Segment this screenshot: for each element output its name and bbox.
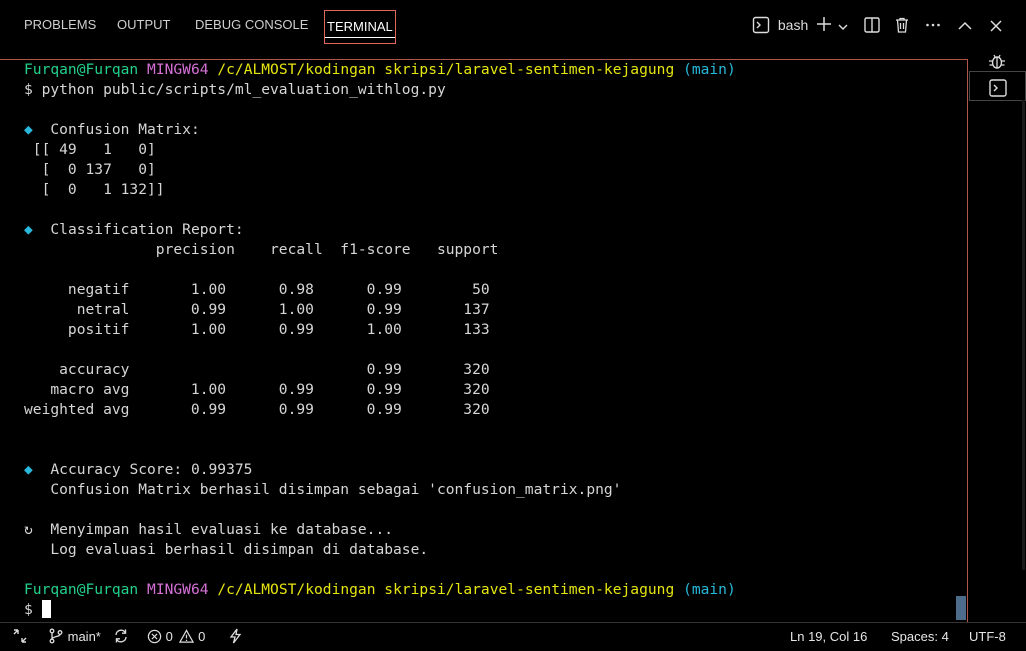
bullet-diamond-icon: ◆ xyxy=(24,221,33,238)
terminal-line: Confusion Matrix berhasil disimpan sebag… xyxy=(24,481,622,498)
source-control-branch[interactable]: main* xyxy=(48,628,101,646)
terminal-tabs-list xyxy=(969,45,1026,622)
terminal-output: Furqan@Furqan MINGW64 /c/ALMOST/kodingan… xyxy=(24,60,736,620)
active-tab-indicator xyxy=(325,37,395,38)
split-terminal-button[interactable] xyxy=(863,14,881,36)
split-icon xyxy=(863,16,881,34)
warning-icon xyxy=(179,629,198,644)
terminal-dropdown-button[interactable] xyxy=(838,14,848,36)
prompt-user: Furqan@Furqan xyxy=(24,581,139,598)
maximize-panel-button[interactable] xyxy=(957,14,973,36)
side-scrollbar[interactable] xyxy=(1022,100,1025,570)
shell-label: bash xyxy=(777,17,809,33)
bullet-diamond-icon: ◆ xyxy=(24,121,33,138)
terminal-prompt-2: Furqan@Furqan MINGW64 /c/ALMOST/kodingan… xyxy=(24,581,736,598)
terminal-scrollbar-thumb[interactable] xyxy=(956,596,966,620)
terminal-line: ◆ Confusion Matrix: xyxy=(24,121,200,138)
terminal-line: precision recall f1-score support xyxy=(24,241,499,258)
kill-terminal-button[interactable] xyxy=(893,14,911,36)
prompt-branch: (main) xyxy=(683,581,736,598)
new-terminal-button[interactable] xyxy=(815,14,833,36)
encoding-setting[interactable]: UTF-8 xyxy=(969,628,1006,646)
status-bar: main* 0 0 Ln 19, Col 16 Spaces: 4 UTF-8 xyxy=(0,622,1026,651)
tab-debug-console[interactable]: DEBUG CONSOLE xyxy=(195,16,308,34)
terminal-line: [ 0 1 132]] xyxy=(24,181,165,198)
tab-terminal[interactable]: TERMINAL xyxy=(324,10,396,44)
remote-icon xyxy=(12,629,28,644)
sync-icon xyxy=(113,629,129,644)
prompt-system: MINGW64 xyxy=(147,581,209,598)
error-count: 0 xyxy=(165,629,173,644)
prompt-system: MINGW64 xyxy=(147,61,209,78)
trash-icon xyxy=(893,16,911,34)
terminal-line: ↻ Menyimpan hasil evaluasi ke database..… xyxy=(24,521,394,538)
terminal-line: weighted avg 0.99 0.99 0.99 320 xyxy=(24,401,490,418)
cursor-position[interactable]: Ln 19, Col 16 xyxy=(790,628,867,646)
terminal-line: positif 1.00 0.99 1.00 133 xyxy=(24,321,490,338)
sync-button[interactable] xyxy=(113,628,129,646)
prompt-branch: (main) xyxy=(683,61,736,78)
tab-output[interactable]: OUTPUT xyxy=(117,16,170,34)
warning-count: 0 xyxy=(198,629,206,644)
chevron-up-icon xyxy=(957,18,973,34)
tab-terminal-label: TERMINAL xyxy=(327,19,393,34)
terminal-profile-button[interactable]: bash xyxy=(752,14,808,36)
close-icon xyxy=(988,18,1004,34)
prompt-path: /c/ALMOST/kodingan skripsi/laravel-senti… xyxy=(217,581,675,598)
terminal-line: netral 0.99 1.00 0.99 137 xyxy=(24,301,490,318)
bullet-diamond-icon: ◆ xyxy=(24,461,33,478)
prompt-path: /c/ALMOST/kodingan skripsi/laravel-senti… xyxy=(217,61,675,78)
indentation-setting[interactable]: Spaces: 4 xyxy=(891,628,949,646)
prompt-user: Furqan@Furqan xyxy=(24,61,139,78)
plus-icon xyxy=(815,15,833,33)
close-panel-button[interactable] xyxy=(988,14,1004,36)
chevron-down-icon xyxy=(838,22,848,32)
problems-status[interactable]: 0 0 xyxy=(147,628,205,646)
terminal-line: ◆ Accuracy Score: 0.99375 xyxy=(24,461,253,478)
terminal-icon xyxy=(752,16,770,34)
terminal-instance-bash[interactable] xyxy=(969,71,1026,101)
branch-name: main* xyxy=(67,629,101,644)
terminal-line: macro avg 1.00 0.99 0.99 320 xyxy=(24,381,490,398)
terminal-line: accuracy 0.99 320 xyxy=(24,361,490,378)
ports-button[interactable] xyxy=(228,628,243,646)
remote-button[interactable] xyxy=(12,628,28,646)
panel-header: PROBLEMS OUTPUT DEBUG CONSOLE TERMINAL b… xyxy=(0,0,1026,50)
terminal-line: [ 0 137 0] xyxy=(24,161,156,178)
terminal-line: [[ 49 1 0] xyxy=(24,141,156,158)
lightning-icon xyxy=(228,628,243,644)
error-icon xyxy=(147,629,166,644)
terminal-output-lines: ◆ Confusion Matrix: [[ 49 1 0] [ 0 137 0… xyxy=(24,121,621,558)
git-branch-icon xyxy=(48,628,68,644)
terminal-prompt: Furqan@Furqan MINGW64 /c/ALMOST/kodingan… xyxy=(24,61,736,78)
terminal-command: $ python public/scripts/ml_evaluation_wi… xyxy=(24,81,446,98)
more-actions-button[interactable] xyxy=(924,14,942,36)
terminal-line: ◆ Classification Report: xyxy=(24,221,244,238)
more-icon xyxy=(924,16,942,34)
terminal-cursor xyxy=(41,600,51,618)
tab-problems[interactable]: PROBLEMS xyxy=(24,16,96,34)
terminal-line: negatif 1.00 0.98 0.99 50 xyxy=(24,281,490,298)
terminal-line: Log evaluasi berhasil disimpan di databa… xyxy=(24,541,429,558)
final-prompt-symbol: $ xyxy=(24,601,33,618)
